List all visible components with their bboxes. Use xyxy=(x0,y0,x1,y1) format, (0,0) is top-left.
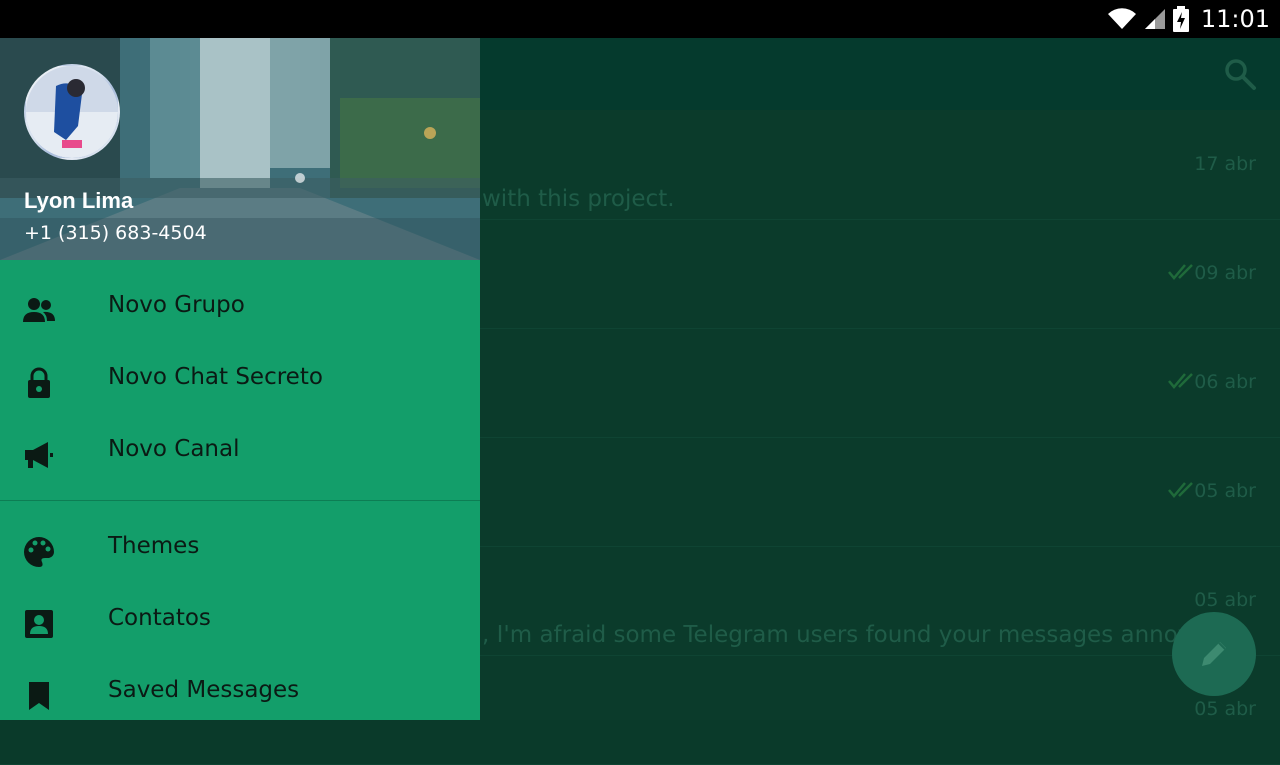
user-phone: +1 (315) 683-4504 xyxy=(24,222,207,244)
megaphone-icon xyxy=(25,442,53,468)
chat-preview: , I'm afraid some Telegram users found y… xyxy=(482,622,1227,648)
search-button[interactable] xyxy=(1222,56,1258,92)
menu-item-new-secret-chat[interactable]: Novo Chat Secreto xyxy=(0,344,480,416)
chat-date: 05 abr xyxy=(1194,480,1256,502)
pencil-icon xyxy=(1202,642,1226,666)
menu-item-saved-messages[interactable]: Saved Messages xyxy=(0,657,480,720)
wifi-icon xyxy=(1107,8,1136,30)
chat-date: 09 abr xyxy=(1194,262,1256,284)
chat-preview: with this project. xyxy=(482,186,675,212)
lock-icon xyxy=(28,367,50,398)
menu-label: Novo Canal xyxy=(108,436,240,462)
menu-item-new-group[interactable]: Novo Grupo xyxy=(0,272,480,344)
contacts-icon xyxy=(25,610,53,638)
bookmark-icon xyxy=(29,682,49,710)
group-icon xyxy=(23,298,55,322)
menu-label: Themes xyxy=(108,533,200,559)
status-icons: 11:01 xyxy=(1107,0,1270,38)
menu-divider xyxy=(0,500,480,501)
avatar-photo xyxy=(26,66,118,158)
menu-label: Saved Messages xyxy=(108,677,300,703)
menu-label: Novo Chat Secreto xyxy=(108,364,323,390)
palette-icon xyxy=(24,537,55,567)
drawer-header: Lyon Lima +1 (315) 683-4504 xyxy=(0,38,480,260)
menu-item-contacts[interactable]: Contatos xyxy=(0,585,480,657)
search-icon xyxy=(1225,59,1256,90)
menu-label: Contatos xyxy=(108,605,211,631)
menu-label: Novo Grupo xyxy=(108,292,245,318)
chat-date: 06 abr xyxy=(1194,371,1256,393)
compose-button[interactable] xyxy=(1172,612,1256,696)
navigation-drawer: Lyon Lima +1 (315) 683-4504 Novo Grupo N… xyxy=(0,38,480,720)
status-time: 11:01 xyxy=(1200,5,1270,33)
chat-date: 17 abr xyxy=(1194,153,1256,175)
chat-date: 05 abr xyxy=(1194,589,1256,611)
battery-charging-icon xyxy=(1172,6,1189,32)
chat-date: 05 abr xyxy=(1194,698,1256,720)
status-bar: 11:01 xyxy=(0,0,1280,38)
menu-item-themes[interactable]: Themes xyxy=(0,513,480,585)
user-name: Lyon Lima xyxy=(24,188,134,213)
menu-item-new-channel[interactable]: Novo Canal xyxy=(0,416,480,488)
cell-signal-icon xyxy=(1144,9,1165,29)
avatar[interactable] xyxy=(24,64,120,160)
